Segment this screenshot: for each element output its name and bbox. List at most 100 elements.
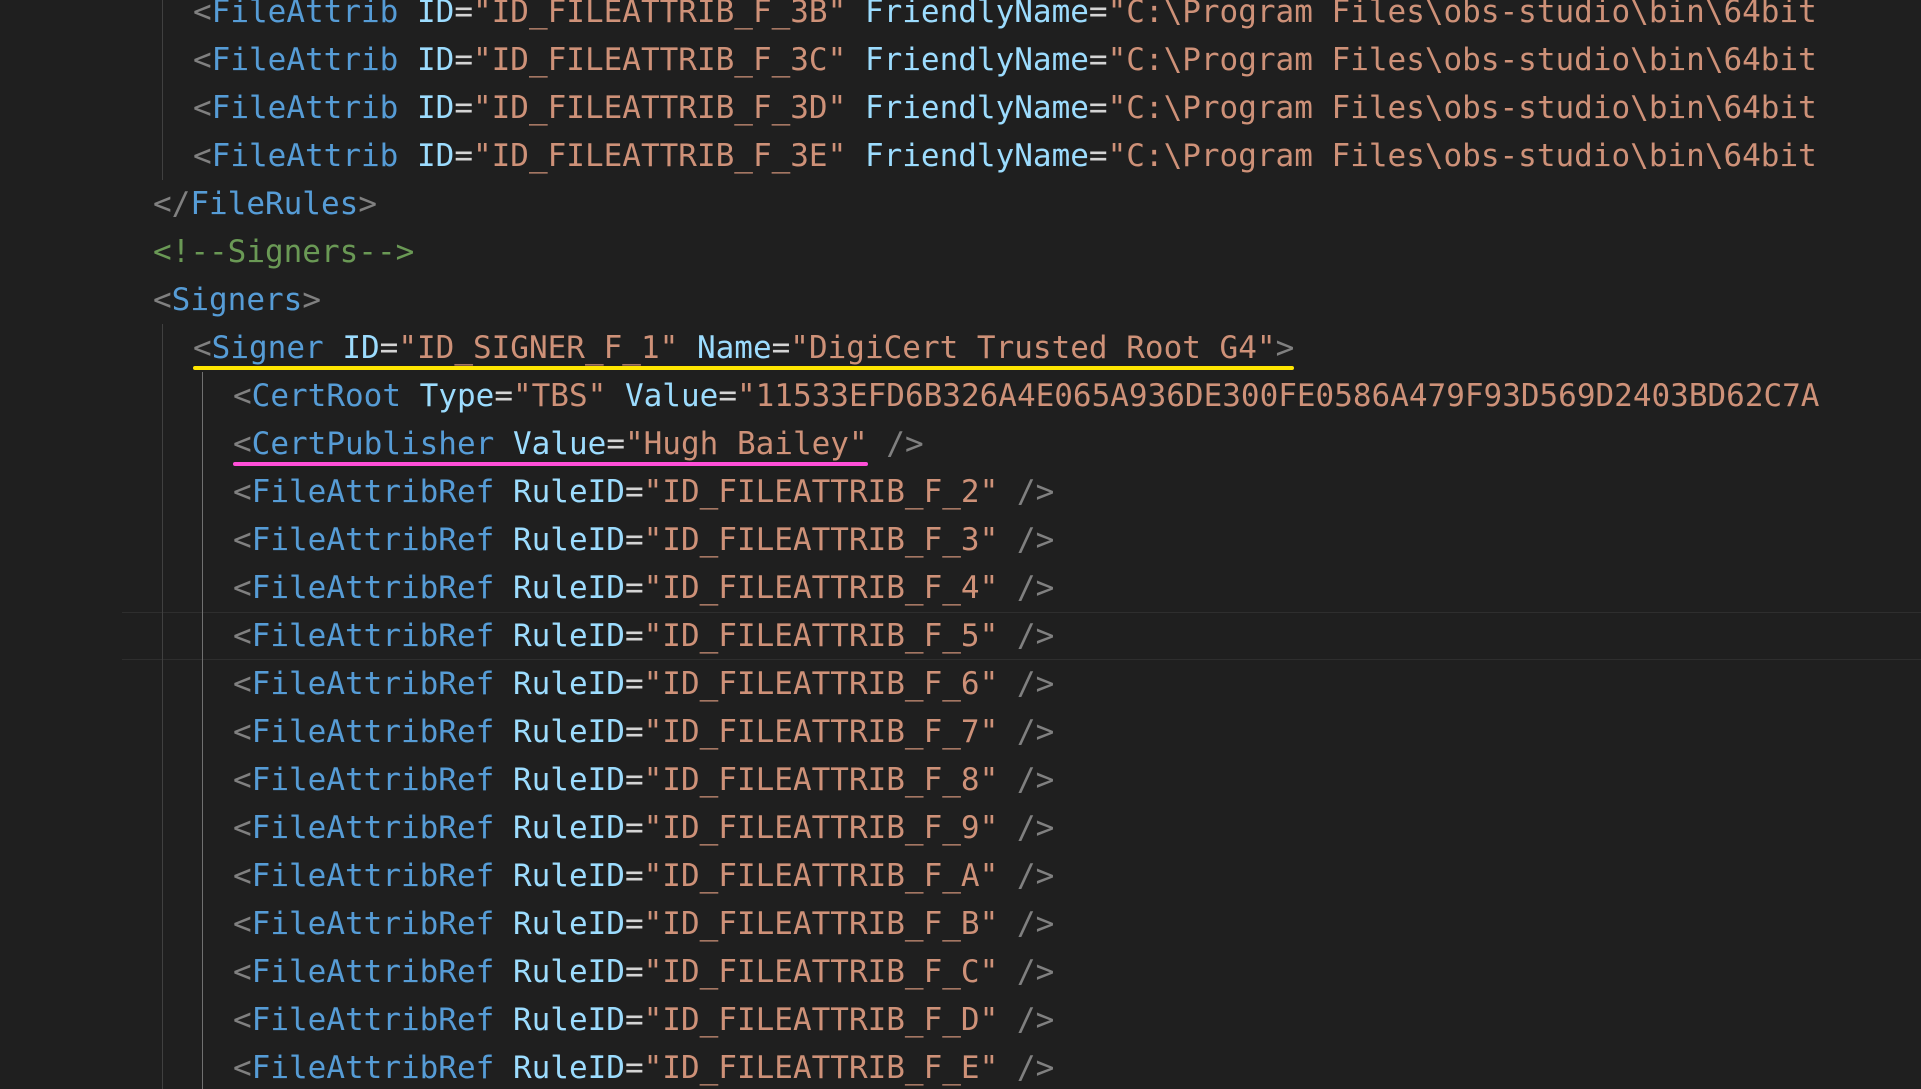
code-line[interactable]: <FileAttribRef RuleID="ID_FILEATTRIB_F_7…: [122, 708, 1921, 756]
code-token: Name: [696, 330, 772, 366]
code-token: "ID_FILEATTRIB_F_A": [643, 858, 999, 894]
line-number[interactable]: [0, 0, 80, 36]
code-token: ID: [416, 90, 455, 126]
code-line[interactable]: <Signer ID="ID_SIGNER_F_1" Name="DigiCer…: [122, 324, 1921, 372]
code-token: =: [624, 714, 644, 750]
code-line[interactable]: <FileAttribRef RuleID="ID_FILEATTRIB_F_C…: [122, 948, 1921, 996]
code-line[interactable]: <FileAttribRef RuleID="ID_FILEATTRIB_F_3…: [122, 516, 1921, 564]
code-token: <: [233, 666, 252, 702]
code-token: FileAttribRef: [251, 666, 495, 702]
code-token: RuleID: [512, 1050, 625, 1086]
code-token: <: [233, 1002, 252, 1038]
code-token: Signer: [211, 330, 324, 366]
line-number[interactable]: [0, 180, 80, 228]
code-line[interactable]: <FileAttribRef RuleID="ID_FILEATTRIB_F_6…: [122, 660, 1921, 708]
code-token: CertRoot: [251, 378, 401, 414]
code-line[interactable]: <FileAttribRef RuleID="ID_FILEATTRIB_F_5…: [122, 612, 1921, 660]
code-token: FileAttribRef: [251, 762, 495, 798]
code-line[interactable]: <FileAttrib ID="ID_FILEATTRIB_F_3D" Frie…: [122, 84, 1921, 132]
code-token: "C:\Program Files\obs-studio\bin\64bit: [1107, 42, 1817, 78]
line-number[interactable]: [0, 372, 80, 420]
line-number[interactable]: [0, 132, 80, 180]
line-number[interactable]: [0, 564, 80, 612]
code-token: <: [233, 522, 252, 558]
code-line[interactable]: <CertRoot Type="TBS" Value="11533EFD6B32…: [122, 372, 1921, 420]
code-token: =: [624, 906, 644, 942]
line-number[interactable]: [0, 516, 80, 564]
code-line[interactable]: <FileAttribRef RuleID="ID_FILEATTRIB_F_B…: [122, 900, 1921, 948]
code-line[interactable]: <FileAttrib ID="ID_FILEATTRIB_F_3C" Frie…: [122, 36, 1921, 84]
code-token: FileAttrib: [211, 42, 399, 78]
code-token: RuleID: [512, 1002, 625, 1038]
code-token: =: [454, 90, 473, 126]
line-number[interactable]: [0, 996, 80, 1044]
line-number[interactable]: [0, 804, 80, 852]
code-line[interactable]: <!--Signers-->: [122, 228, 1921, 276]
code-token: =: [624, 762, 644, 798]
code-line[interactable]: <CertPublisher Value="Hugh Bailey" />: [122, 420, 1921, 468]
line-number[interactable]: [0, 900, 80, 948]
code-line[interactable]: </FileRules>: [122, 180, 1921, 228]
line-number[interactable]: [0, 612, 80, 660]
code-line[interactable]: <FileAttribRef RuleID="ID_FILEATTRIB_F_4…: [122, 564, 1921, 612]
code-token: FileAttribRef: [251, 906, 495, 942]
code-token: "ID_FILEATTRIB_F_3D": [472, 90, 847, 126]
code-token: <: [193, 138, 212, 174]
line-number[interactable]: [0, 852, 80, 900]
line-number[interactable]: [0, 1044, 80, 1089]
line-number-gutter[interactable]: [0, 0, 122, 1089]
code-token: "ID_FILEATTRIB_F_B": [643, 906, 999, 942]
code-token: =: [624, 954, 644, 990]
line-number[interactable]: [0, 36, 80, 84]
code-token: RuleID: [512, 570, 625, 606]
code-token: =: [606, 426, 625, 462]
code-line[interactable]: <FileAttribRef RuleID="ID_FILEATTRIB_F_8…: [122, 756, 1921, 804]
code-line[interactable]: <FileAttribRef RuleID="ID_FILEATTRIB_F_2…: [122, 468, 1921, 516]
code-line[interactable]: <FileAttribRef RuleID="ID_FILEATTRIB_F_E…: [122, 1044, 1921, 1089]
line-number[interactable]: [0, 420, 80, 468]
code-token: <: [193, 0, 212, 30]
line-number[interactable]: [0, 708, 80, 756]
code-line[interactable]: <FileAttrib ID="ID_FILEATTRIB_F_3E" Frie…: [122, 132, 1921, 180]
code-token: =: [1088, 42, 1108, 78]
code-token: />: [1016, 570, 1055, 606]
code-token: />: [1016, 906, 1055, 942]
code-line[interactable]: <Signers>: [122, 276, 1921, 324]
line-number[interactable]: [0, 276, 80, 324]
code-token: FriendlyName: [864, 0, 1089, 30]
code-line[interactable]: <FileAttribRef RuleID="ID_FILEATTRIB_F_A…: [122, 852, 1921, 900]
code-editor[interactable]: <FileAttrib ID="ID_FILEATTRIB_F_3B" Frie…: [0, 0, 1921, 1089]
code-line[interactable]: <FileAttribRef RuleID="ID_FILEATTRIB_F_9…: [122, 804, 1921, 852]
code-area[interactable]: <FileAttrib ID="ID_FILEATTRIB_F_3B" Frie…: [122, 0, 1921, 1089]
code-line[interactable]: <FileAttrib ID="ID_FILEATTRIB_F_3B" Frie…: [122, 0, 1921, 36]
line-number[interactable]: [0, 660, 80, 708]
line-number[interactable]: [0, 228, 80, 276]
line-number[interactable]: [0, 84, 80, 132]
code-token: />: [1016, 618, 1055, 654]
line-number[interactable]: [0, 948, 80, 996]
code-line[interactable]: <FileAttribRef RuleID="ID_FILEATTRIB_F_D…: [122, 996, 1921, 1044]
line-number[interactable]: [0, 324, 80, 372]
code-token: FileAttribRef: [251, 954, 495, 990]
signer-highlight-underline: [193, 366, 1295, 370]
code-token: "11533EFD6B326A4E065A936DE300FE0586A479F…: [736, 378, 1820, 414]
code-token: RuleID: [512, 666, 625, 702]
code-token: "ID_FILEATTRIB_F_6": [643, 666, 999, 702]
line-number[interactable]: [0, 756, 80, 804]
line-number[interactable]: [0, 468, 80, 516]
code-token: >: [302, 282, 321, 318]
code-token: "ID_FILEATTRIB_F_4": [643, 570, 999, 606]
code-token: />: [1016, 810, 1055, 846]
code-token: FriendlyName: [864, 138, 1089, 174]
